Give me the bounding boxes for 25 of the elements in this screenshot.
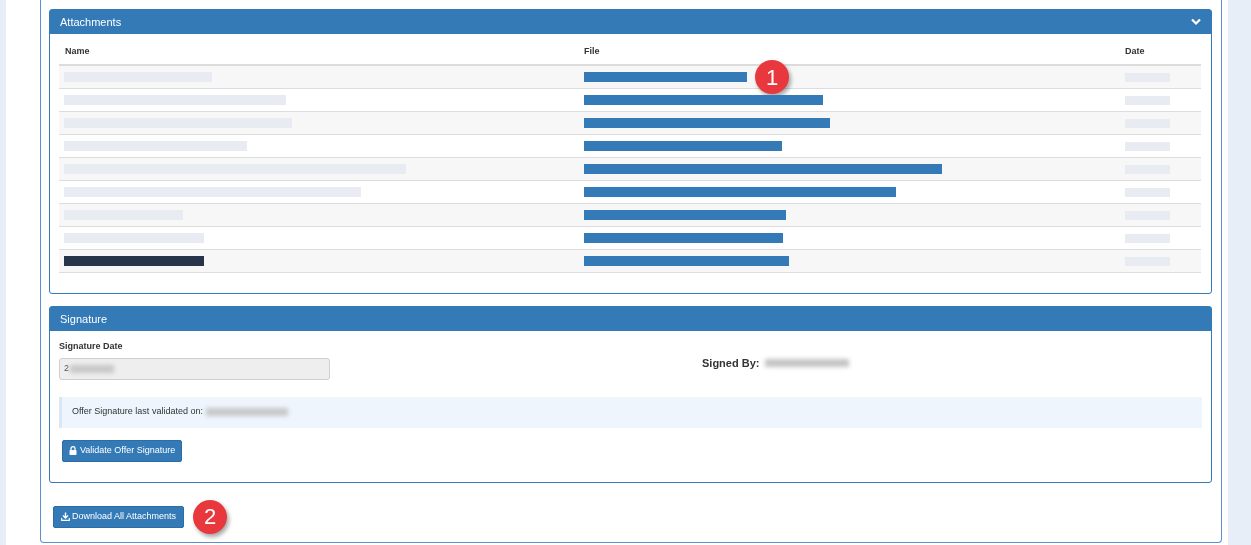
callout-badge: 2 [193,499,228,534]
file-link[interactable] [584,187,896,197]
date-field[interactable]: 2 [59,357,330,380]
field-label: Signature Date [59,340,124,353]
signed-by-label: Signed By: [702,356,760,371]
validate-button[interactable]: Validate Offer Signature [62,439,183,462]
chevron-down-icon[interactable] [1191,18,1201,26]
column-header: Date [1124,45,1145,58]
alert-text: Offer Signature last validated on: [72,405,203,419]
panel-title: Signature [60,311,108,327]
file-link[interactable] [584,256,789,266]
column-header: File [583,45,601,58]
file-link[interactable] [584,95,823,105]
file-link[interactable] [584,233,783,243]
callout-badge: 1 [755,60,789,94]
column-header: Name [64,45,91,58]
file-link[interactable] [584,164,942,174]
download-icon [61,512,70,521]
panel-title: Attachments [60,14,122,30]
file-link[interactable] [584,210,786,220]
file-link[interactable] [584,118,830,128]
download-button[interactable]: Download All Attachments [53,505,185,528]
file-link[interactable] [584,72,747,82]
file-link[interactable] [584,141,782,151]
lock-icon [69,446,77,455]
